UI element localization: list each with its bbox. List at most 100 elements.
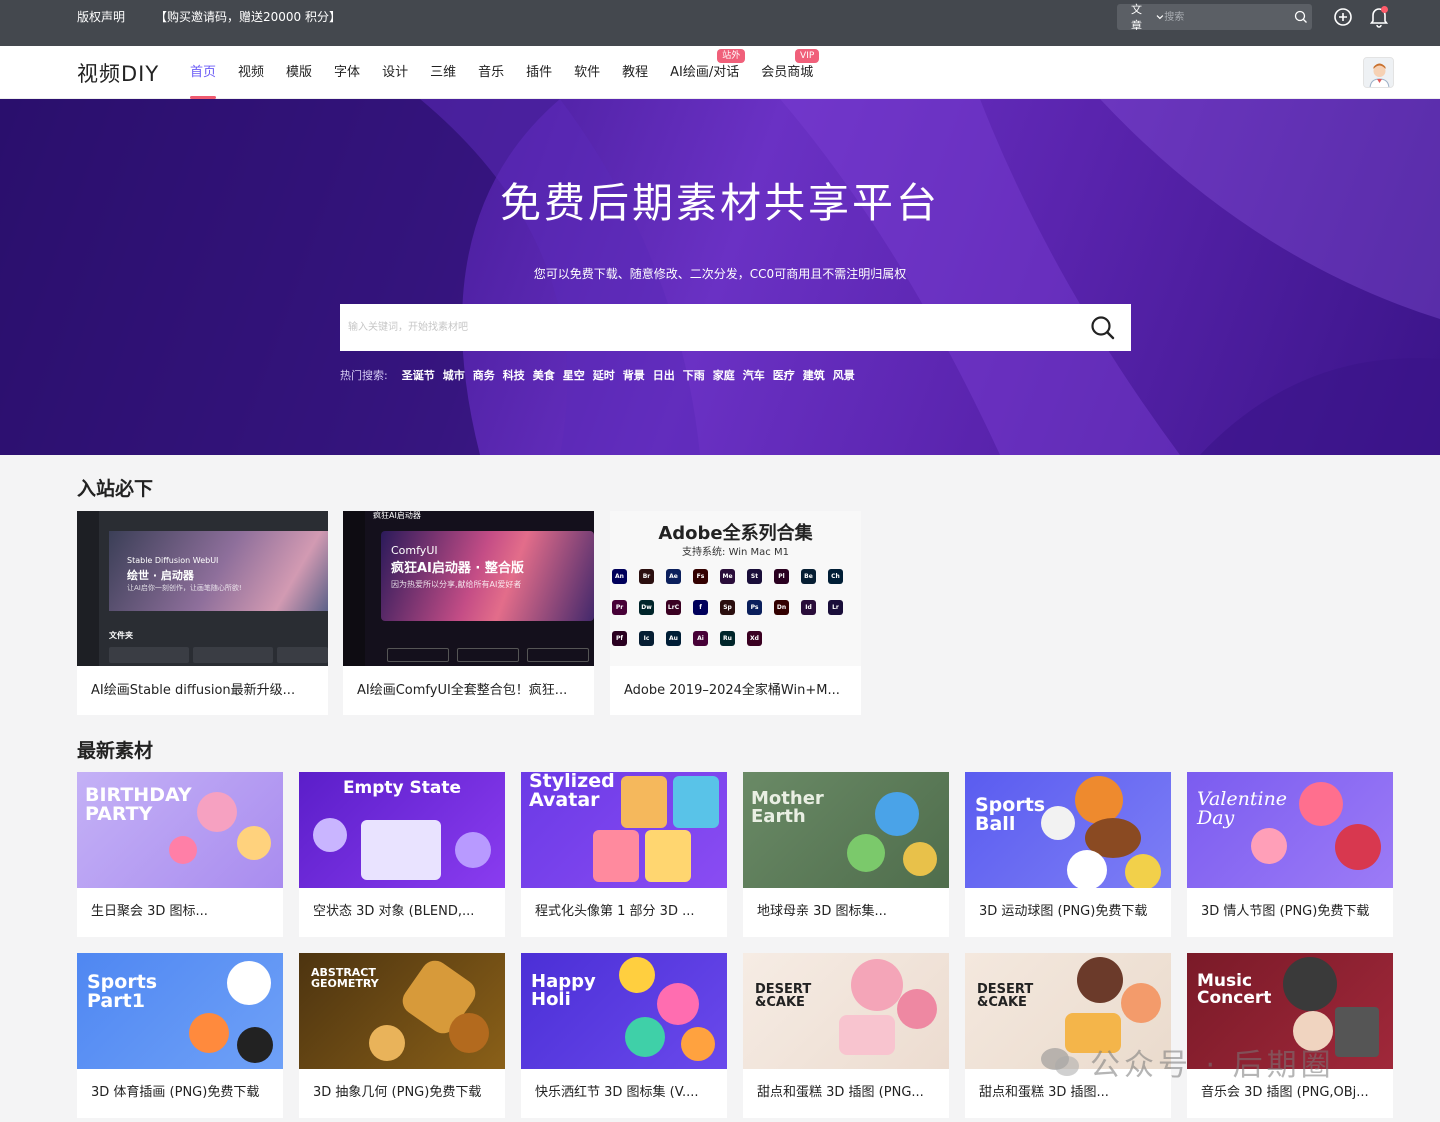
site-logo[interactable]: 视频DIY bbox=[77, 58, 159, 88]
nav-item-label: AI绘画/对话 bbox=[670, 65, 740, 80]
wechat-icon bbox=[1041, 1048, 1079, 1076]
app-icon: LrC bbox=[666, 600, 681, 615]
search-icon[interactable] bbox=[1289, 10, 1312, 24]
app-icon: Ch bbox=[828, 569, 843, 584]
thumb-line: 因为热爱所以分享,献给所有AI爱好者 bbox=[391, 580, 522, 589]
card-thumbnail: Mother Earth bbox=[743, 772, 949, 888]
asset-card[interactable]: ABSTRACT GEOMETRY 3D 抽象几何 (PNG)免费下载 bbox=[299, 953, 505, 1118]
hot-tag[interactable]: 商务 bbox=[473, 367, 495, 383]
app-icon: Au bbox=[666, 631, 681, 646]
asset-card[interactable]: BIRTHDAY PARTY 生日聚会 3D 图标... bbox=[77, 772, 283, 937]
hot-tag[interactable]: 城市 bbox=[443, 367, 465, 383]
app-icon: Sp bbox=[720, 600, 735, 615]
thumb-title: ABSTRACT GEOMETRY bbox=[311, 966, 379, 990]
card-thumbnail: BIRTHDAY PARTY bbox=[77, 772, 283, 888]
nav-item-fonts[interactable]: 字体 bbox=[334, 46, 360, 99]
thumb-subtitle: 疯狂AI启动器 · 整合版 bbox=[391, 561, 524, 576]
asset-card[interactable]: Sports Ball 3D 运动球图 (PNG)免费下载 bbox=[965, 772, 1171, 937]
app-icon: Dn bbox=[774, 600, 789, 615]
nav-item-label: 设计 bbox=[382, 65, 409, 80]
notification-dot bbox=[1381, 6, 1388, 13]
promo-link[interactable]: 【购买邀请码，赠送20000 积分】 bbox=[155, 0, 341, 34]
asset-card[interactable]: Empty State 空状态 3D 对象 (BLEND,... bbox=[299, 772, 505, 937]
hot-tag[interactable]: 圣诞节 bbox=[402, 367, 435, 383]
card-caption: 3D 体育插画 (PNG)免费下载 bbox=[91, 1085, 260, 1100]
nav-item-design[interactable]: 设计 bbox=[382, 46, 408, 99]
hot-search-label: 热门搜索: bbox=[340, 369, 388, 382]
app-icon: St bbox=[747, 569, 762, 584]
hot-tag[interactable]: 美食 bbox=[533, 367, 555, 383]
external-badge: 站外 bbox=[717, 49, 746, 63]
must-card[interactable]: Adobe全系列合集 支持系统: Win Mac M1 An Br Ae Fs Me St… bbox=[610, 511, 861, 715]
add-icon[interactable] bbox=[1333, 7, 1353, 30]
search-type-select[interactable]: 文章 bbox=[1117, 1, 1164, 33]
asset-card[interactable]: Happy Holi 快乐洒红节 3D 图标集 (V.... bbox=[521, 953, 727, 1118]
hot-tag[interactable]: 风景 bbox=[833, 367, 855, 383]
hot-search: 热门搜索: 圣诞节 城市 商务 科技 美食 星空 延时 背景 日出 下雨 家庭 … bbox=[340, 367, 863, 383]
must-card[interactable]: 疯狂AI启动器 ComfyUI 疯狂AI启动器 · 整合版 因为热爱所以分享,献… bbox=[343, 511, 594, 715]
hero-search bbox=[340, 304, 1131, 351]
hot-tag[interactable]: 延时 bbox=[593, 367, 615, 383]
asset-card[interactable]: Sports Part1 3D 体育插画 (PNG)免费下载 bbox=[77, 953, 283, 1118]
thumb-title: BIRTHDAY PARTY bbox=[85, 784, 192, 825]
copyright-link[interactable]: 版权声明 bbox=[77, 0, 125, 34]
card-thumbnail: Stylized Avatar bbox=[521, 772, 727, 888]
asset-card[interactable]: DESERT &CAKE 甜点和蛋糕 3D 插图... bbox=[965, 953, 1171, 1118]
app-icon: An bbox=[612, 569, 627, 584]
hot-tag[interactable]: 科技 bbox=[503, 367, 525, 383]
hot-tag[interactable]: 星空 bbox=[563, 367, 585, 383]
hot-tag[interactable]: 建筑 bbox=[803, 367, 825, 383]
asset-card[interactable]: Music Concert 音乐会 3D 插图 (PNG,OBj... bbox=[1187, 953, 1393, 1118]
nav-item-video[interactable]: 视频 bbox=[238, 46, 264, 99]
card-caption: 生日聚会 3D 图标... bbox=[91, 904, 208, 919]
hero-search-input[interactable] bbox=[340, 304, 1075, 351]
app-icon: Xd bbox=[747, 631, 762, 646]
hot-tag[interactable]: 日出 bbox=[653, 367, 675, 383]
vip-badge: VIP bbox=[795, 49, 820, 63]
app-icon: Me bbox=[720, 569, 735, 584]
thumb-title: Empty State bbox=[342, 778, 462, 798]
asset-card[interactable]: DESERT &CAKE 甜点和蛋糕 3D 插图 (PNG... bbox=[743, 953, 949, 1118]
card-thumbnail: Sports Part1 bbox=[77, 953, 283, 1069]
thumb-title: Mother Earth bbox=[751, 788, 824, 827]
asset-card[interactable]: Stylized Avatar 程式化头像第 1 部分 3D ... bbox=[521, 772, 727, 937]
hot-tag[interactable]: 医疗 bbox=[773, 367, 795, 383]
nav-item-3d[interactable]: 三维 bbox=[430, 46, 456, 99]
app-icon: Ps bbox=[747, 600, 762, 615]
asset-card[interactable]: Valentine Day 3D 情人节图 (PNG)免费下载 bbox=[1187, 772, 1393, 937]
app-icon-grid: An Br Ae Fs Me St Pl Be Ch Pr Dw LrC f Sp Ps Dn Id Lr Pf Ic… bbox=[610, 567, 861, 657]
section-title-must: 入站必下 bbox=[77, 478, 154, 500]
nav-item-plugins[interactable]: 插件 bbox=[526, 46, 552, 99]
nav-item-home[interactable]: 首页 bbox=[190, 46, 217, 99]
nav-item-ai[interactable]: AI绘画/对话 站外 bbox=[670, 46, 746, 99]
nav-item-templates[interactable]: 模版 bbox=[286, 46, 312, 99]
card-thumbnail: Adobe全系列合集 支持系统: Win Mac M1 An Br Ae Fs Me St… bbox=[610, 511, 861, 666]
nav-item-software[interactable]: 软件 bbox=[574, 46, 600, 99]
thumb-label: 疯狂AI启动器 bbox=[373, 511, 421, 520]
main-nav: 视频DIY 首页 视频 模版 字体 设计 三维 音乐 插件 软件 教程 AI绘画… bbox=[0, 46, 1440, 99]
app-icon: Pr bbox=[612, 600, 627, 615]
card-caption: 3D 运动球图 (PNG)免费下载 bbox=[979, 904, 1148, 919]
must-card[interactable]: Stable Diffusion WebUI 绘世 · 启动器 让AI启你一刻创… bbox=[77, 511, 328, 715]
nav-item-vip-store[interactable]: 会员商城 VIP bbox=[761, 46, 820, 99]
hot-tag[interactable]: 家庭 bbox=[713, 367, 735, 383]
app-icon: f bbox=[693, 600, 708, 615]
nav-item-tutorials[interactable]: 教程 bbox=[622, 46, 648, 99]
hot-tag[interactable]: 背景 bbox=[623, 367, 645, 383]
card-caption: 甜点和蛋糕 3D 插图 (PNG... bbox=[757, 1085, 924, 1100]
chevron-down-icon bbox=[1157, 15, 1164, 20]
app-icon: Be bbox=[801, 569, 816, 584]
search-type-label: 文章 bbox=[1131, 3, 1142, 32]
top-search-input[interactable] bbox=[1164, 4, 1290, 30]
app-icon: Ru bbox=[720, 631, 735, 646]
app-icon: Pl bbox=[774, 569, 789, 584]
app-icon: Ae bbox=[666, 569, 681, 584]
hot-tag[interactable]: 下雨 bbox=[683, 367, 705, 383]
nav-item-music[interactable]: 音乐 bbox=[478, 46, 504, 99]
card-caption: Adobe 2019–2024全家桶Win+M... bbox=[624, 683, 840, 698]
hot-tag[interactable]: 汽车 bbox=[743, 367, 765, 383]
watermark-text: 公众号 · 后期圈 bbox=[1090, 1048, 1335, 1083]
search-icon[interactable] bbox=[1075, 304, 1131, 351]
user-avatar[interactable] bbox=[1363, 57, 1394, 88]
asset-card[interactable]: Mother Earth 地球母亲 3D 图标集... bbox=[743, 772, 949, 937]
